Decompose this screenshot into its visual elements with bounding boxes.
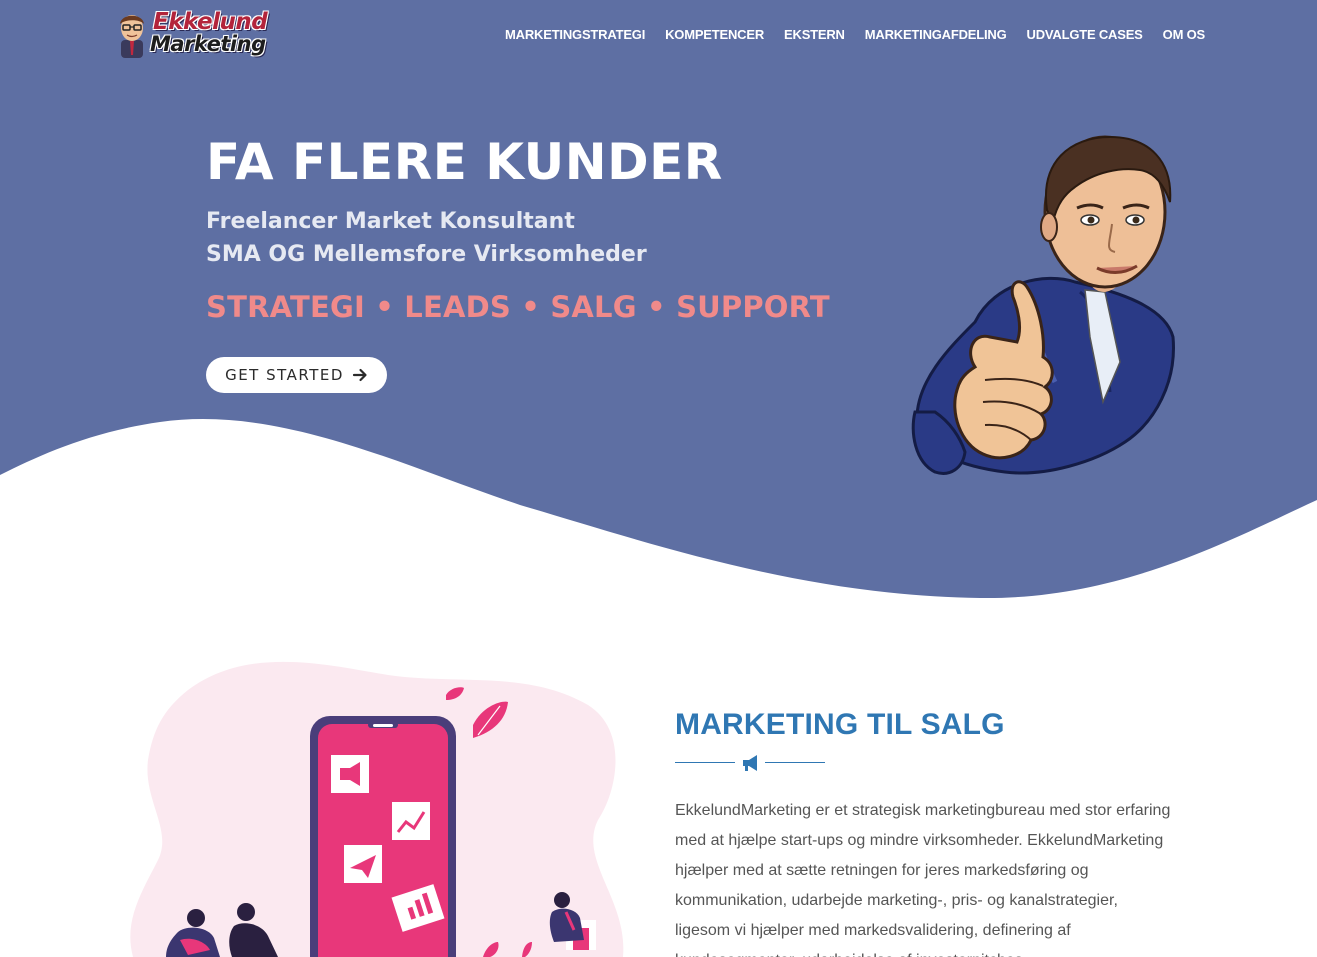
marketing-phone-illustration: [130, 661, 624, 957]
nav-item-marketingstrategi[interactable]: MARKETINGSTRATEGI: [505, 27, 645, 42]
arrow-right-icon: [352, 368, 367, 382]
divider-line-left: [675, 762, 735, 763]
nav-item-ekstern[interactable]: EKSTERN: [784, 27, 845, 42]
main-nav: MARKETINGSTRATEGI KOMPETENCER EKSTERN MA…: [505, 27, 1205, 42]
divider-line-right: [765, 762, 825, 763]
logo-mascot-icon: [120, 15, 144, 58]
nav-item-marketingafdeling[interactable]: MARKETINGAFDELING: [865, 27, 1007, 42]
get-started-label: GET STARTED: [225, 366, 344, 384]
title-divider: [675, 752, 825, 774]
get-started-button[interactable]: GET STARTED: [206, 357, 387, 393]
megaphone-icon: [743, 755, 757, 771]
nav-item-kompetencer[interactable]: KOMPETENCER: [665, 27, 764, 42]
nav-item-udvalgte-cases[interactable]: UDVALGTE CASES: [1027, 27, 1143, 42]
hero-title: FA FLERE KUNDER: [206, 133, 723, 191]
logo-text-line2: Marketing: [150, 32, 266, 56]
mascot-thumbs-up-illustration: [911, 135, 1175, 475]
hero-subtitle-line2: SMA OG Mellemsfore Virksomheder: [206, 242, 647, 267]
site-logo[interactable]: Ekkelund Marketing: [113, 8, 278, 62]
hero-subtitle-line1: Freelancer Market Konsultant: [206, 209, 575, 234]
hero-section: Ekkelund Marketing MARKETINGSTRATEGI KOM…: [0, 0, 1317, 610]
section-title: MARKETING TIL SALG: [675, 708, 1005, 741]
nav-item-om-os[interactable]: OM OS: [1163, 27, 1206, 42]
intro-paragraph: EkkelundMarketing er et strategisk marke…: [675, 802, 1171, 957]
hero-tagline: STRATEGI • LEADS • SALG • SUPPORT: [206, 290, 830, 324]
